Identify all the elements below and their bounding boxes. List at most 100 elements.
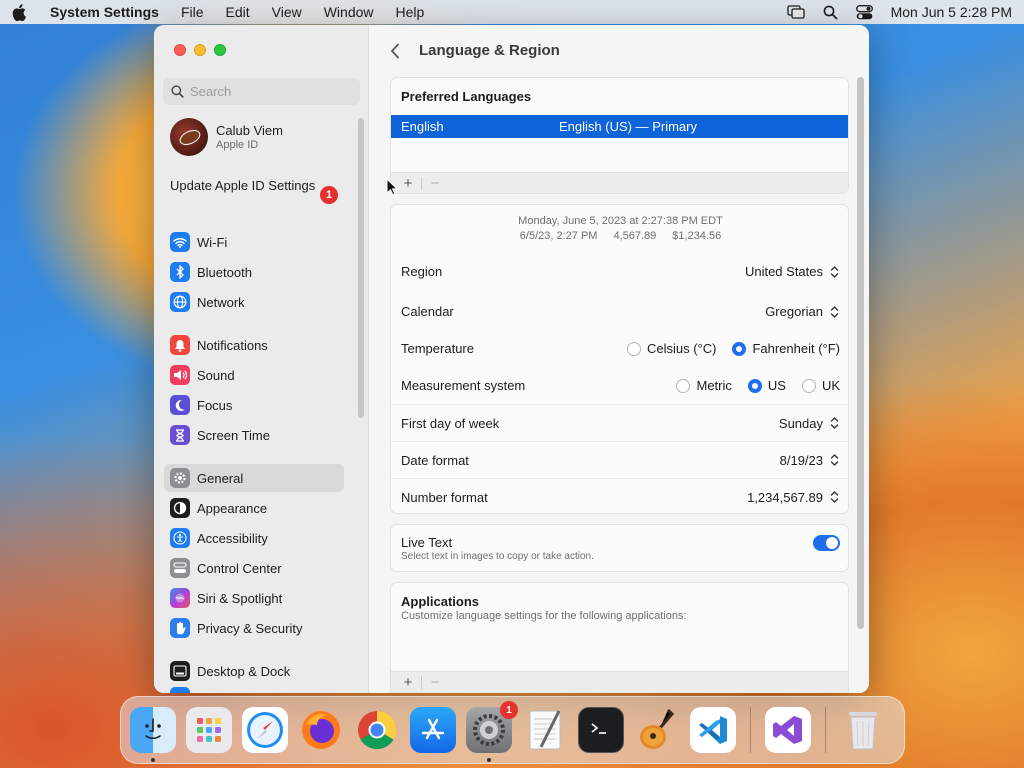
dock-textedit-icon[interactable] bbox=[522, 707, 568, 753]
sidebar-item-label: Sound bbox=[197, 367, 235, 383]
sidebar-item-sound[interactable]: Sound bbox=[164, 361, 344, 389]
sidebar-item-accessibility[interactable]: Accessibility bbox=[164, 524, 344, 552]
sidebar-item-control-center[interactable]: Control Center bbox=[164, 554, 344, 582]
menu-window[interactable]: Window bbox=[324, 4, 374, 20]
preferred-languages-heading: Preferred Languages bbox=[401, 89, 532, 104]
dock-vscode-icon[interactable] bbox=[690, 707, 736, 753]
sidebar-scrollbar[interactable] bbox=[358, 118, 364, 418]
date-format-popup[interactable]: 8/19/23 bbox=[780, 452, 840, 468]
fahrenheit-radio[interactable]: Fahrenheit (°F) bbox=[732, 341, 840, 356]
menu-view[interactable]: View bbox=[272, 4, 302, 20]
sidebar-item-bluetooth[interactable]: Bluetooth bbox=[164, 258, 344, 286]
accessibility-icon bbox=[170, 528, 190, 548]
avatar bbox=[170, 118, 208, 156]
moon-icon bbox=[170, 395, 190, 415]
control-center-menu-icon[interactable] bbox=[855, 4, 873, 20]
dock-launchpad-icon[interactable] bbox=[186, 707, 232, 753]
add-language-button[interactable]: + bbox=[397, 175, 419, 192]
live-text-toggle[interactable] bbox=[813, 535, 840, 551]
applications-toolbar: + − bbox=[391, 671, 848, 693]
metric-radio[interactable]: Metric bbox=[676, 378, 732, 393]
celsius-radio[interactable]: Celsius (°C) bbox=[626, 341, 716, 356]
sidebar-item-appearance[interactable]: Appearance bbox=[164, 494, 344, 522]
dock-app-store-icon[interactable] bbox=[410, 707, 456, 753]
region-popup[interactable]: United States bbox=[745, 264, 840, 280]
search-field[interactable]: Search bbox=[163, 78, 360, 105]
search-icon bbox=[171, 85, 184, 98]
close-window-button[interactable] bbox=[174, 44, 186, 56]
dock-firefox-icon[interactable] bbox=[298, 707, 344, 753]
remove-language-button[interactable]: − bbox=[424, 175, 446, 192]
apple-id-account[interactable]: Calub Viem Apple ID bbox=[170, 118, 283, 156]
main-scrollbar[interactable] bbox=[857, 77, 864, 629]
preview-date-short: 6/5/23, 2:27 PM bbox=[519, 230, 598, 242]
sidebar-item-general[interactable]: General bbox=[164, 464, 344, 492]
main-pane: Language & Region Preferred Languages En… bbox=[370, 25, 869, 693]
sidebar-item-focus[interactable]: Focus bbox=[164, 391, 344, 419]
sidebar-item-network[interactable]: Network bbox=[164, 288, 344, 316]
dock-visual-studio-icon[interactable] bbox=[765, 707, 811, 753]
measurement-row: Measurement system Metric US UK bbox=[391, 367, 848, 404]
minimize-window-button[interactable] bbox=[194, 44, 206, 56]
calendar-value: Gregorian bbox=[765, 304, 823, 319]
back-button[interactable] bbox=[390, 41, 404, 61]
sidebar-item-label: Siri & Spotlight bbox=[197, 590, 283, 606]
sidebar-item-label: Wi-Fi bbox=[197, 234, 228, 250]
dock-terminal-icon[interactable] bbox=[578, 707, 624, 753]
apple-menu-icon[interactable] bbox=[12, 3, 28, 21]
radio-button-selected bbox=[747, 378, 762, 393]
radio-button bbox=[801, 378, 816, 393]
dock-system-settings-icon[interactable]: 1 bbox=[466, 701, 518, 762]
add-application-button[interactable]: + bbox=[397, 674, 419, 691]
sidebar-item-label: Desktop & Dock bbox=[197, 663, 291, 679]
screen-mirroring-icon[interactable] bbox=[786, 5, 805, 19]
sidebar-item-screen-time[interactable]: Screen Time bbox=[164, 421, 344, 449]
appearance-icon bbox=[170, 498, 190, 518]
search-placeholder: Search bbox=[190, 84, 232, 99]
sidebar-item-siri-spotlight[interactable]: Siri & Spotlight bbox=[164, 584, 344, 612]
number-format-popup[interactable]: 1,234,567.89 bbox=[747, 489, 840, 505]
first-day-popup[interactable]: Sunday bbox=[779, 415, 840, 431]
sidebar-item-privacy-security[interactable]: Privacy & Security bbox=[164, 614, 344, 642]
menu-file[interactable]: File bbox=[181, 4, 204, 20]
dock-settings-badge: 1 bbox=[500, 701, 518, 719]
temperature-label: Temperature bbox=[401, 341, 474, 356]
us-radio[interactable]: US bbox=[747, 378, 786, 393]
radio-button bbox=[676, 378, 691, 393]
language-row-english[interactable]: English English (US) — Primary bbox=[391, 115, 848, 138]
account-subtitle: Apple ID bbox=[216, 139, 259, 151]
sidebar-item-label: General bbox=[197, 470, 244, 486]
menu-app-name[interactable]: System Settings bbox=[50, 4, 159, 20]
remove-application-button[interactable]: − bbox=[424, 674, 446, 691]
sidebar-item-wifi[interactable]: Wi-Fi bbox=[164, 228, 344, 256]
uk-radio[interactable]: UK bbox=[801, 378, 840, 393]
calendar-popup[interactable]: Gregorian bbox=[765, 304, 840, 320]
zoom-window-button[interactable] bbox=[214, 44, 226, 56]
date-format-label: Date format bbox=[401, 452, 469, 468]
dock-garageband-icon[interactable] bbox=[634, 707, 680, 753]
update-apple-id-settings[interactable]: Update Apple ID Settings bbox=[170, 178, 340, 194]
date-format-row: Date format 8/19/23 bbox=[391, 441, 848, 478]
display-icon bbox=[170, 687, 190, 693]
preview-number: 4,567.89 bbox=[613, 230, 657, 242]
toolbar-divider bbox=[421, 676, 422, 689]
spotlight-search-icon[interactable] bbox=[823, 5, 838, 20]
dock-safari-icon[interactable] bbox=[242, 707, 288, 753]
radio-button bbox=[626, 341, 641, 356]
menu-help[interactable]: Help bbox=[396, 4, 425, 20]
uk-label: UK bbox=[821, 378, 840, 393]
mouse-cursor-icon bbox=[386, 178, 398, 196]
sidebar-item-desktop-dock[interactable]: Desktop & Dock bbox=[164, 657, 344, 685]
calendar-label: Calendar bbox=[401, 304, 454, 319]
date-format-value: 8/19/23 bbox=[779, 452, 823, 468]
dock-chrome-icon[interactable] bbox=[354, 707, 400, 753]
language-name: English bbox=[401, 119, 444, 134]
sidebar-item-partial bbox=[164, 687, 344, 693]
dock-trash-icon[interactable] bbox=[840, 707, 886, 753]
sidebar-item-notifications[interactable]: Notifications bbox=[164, 331, 344, 359]
popup-chevrons-icon bbox=[829, 415, 840, 431]
menu-edit[interactable]: Edit bbox=[226, 4, 250, 20]
dock-finder-icon[interactable] bbox=[130, 707, 176, 762]
menu-clock[interactable]: Mon Jun 5 2:28 PM bbox=[891, 4, 1012, 20]
preview-currency: $1,234.56 bbox=[672, 230, 722, 242]
